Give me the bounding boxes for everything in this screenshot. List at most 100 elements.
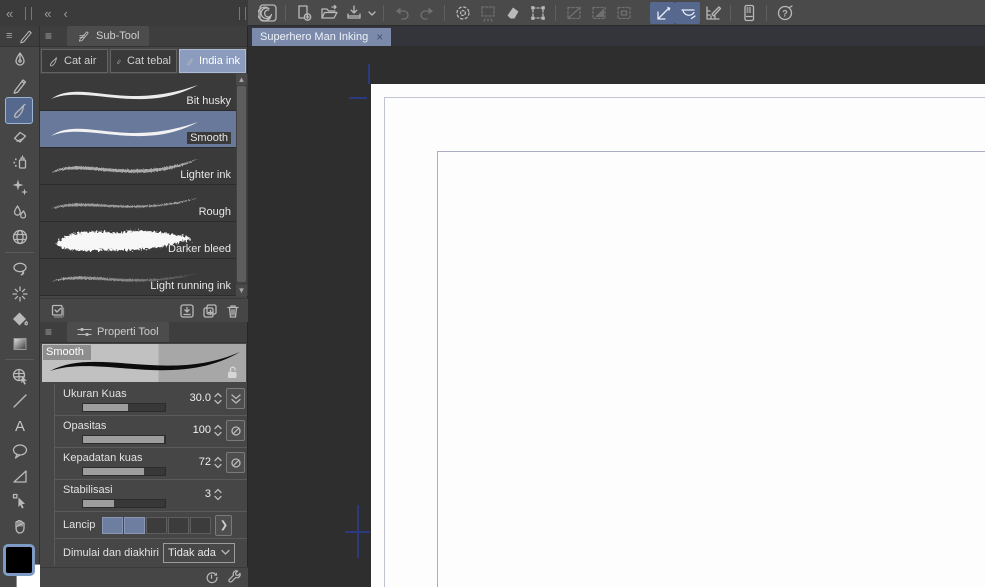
brush-size-slider[interactable] [82, 403, 166, 412]
trim-mark-top [368, 64, 370, 84]
taper-box[interactable] [168, 516, 190, 534]
taper-expand-button[interactable]: ❯ [215, 514, 233, 536]
panel-grip-icon[interactable] [25, 6, 33, 20]
tool-polyline[interactable] [0, 463, 40, 488]
save-dropdown-icon[interactable] [366, 2, 378, 24]
panel-menu-icon[interactable]: ≡ [40, 29, 57, 43]
tool-blend[interactable] [0, 199, 40, 224]
material-panel-button[interactable] [736, 2, 761, 24]
brush-list-scrollbar[interactable]: ▲ ▼ [236, 74, 247, 296]
duplicate-subtool-icon[interactable] [200, 302, 220, 320]
snap-to-ruler-button[interactable] [650, 1, 675, 24]
tool-operation[interactable] [0, 488, 40, 513]
spinner-icon[interactable] [213, 423, 223, 438]
tool-text[interactable]: A [0, 413, 40, 438]
redo-button[interactable] [414, 2, 439, 24]
stabilization-slider[interactable] [82, 499, 166, 508]
canvas-area[interactable]: Superhero Man Inking × [248, 26, 985, 587]
brush-row-darker-bleed[interactable]: Darker bleed [40, 222, 237, 259]
panel-grip-icon[interactable] [239, 6, 246, 20]
subtool-panel-tab[interactable]: Sub-Tool [67, 26, 150, 46]
brush-row-light-running-ink[interactable]: Light running ink [40, 259, 237, 296]
brush-row-smooth[interactable]: Smooth [40, 111, 237, 148]
tool-fill[interactable] [0, 306, 40, 331]
reset-all-settings-icon[interactable] [201, 569, 221, 587]
tool-lasso[interactable] [0, 256, 40, 281]
subtool-tab-india-ink[interactable]: India ink [179, 49, 246, 73]
selection-border-button[interactable] [611, 2, 636, 24]
checklist-icon[interactable] [48, 302, 68, 320]
tool-auto-select[interactable] [0, 281, 40, 306]
taper-box[interactable] [190, 516, 212, 534]
tool-eraser[interactable] [0, 124, 40, 149]
scale-rotate-button[interactable] [525, 2, 550, 24]
clip-studio-logo-button[interactable] [255, 2, 280, 24]
scrollbar-thumb[interactable] [237, 86, 246, 282]
brush-row-bit-husky[interactable]: Bit husky [40, 74, 237, 111]
save-file-button[interactable] [341, 2, 366, 24]
tool-pen[interactable] [0, 47, 40, 72]
tool-line[interactable] [0, 388, 40, 413]
help-button[interactable]: ? [772, 2, 797, 24]
close-document-icon[interactable]: × [376, 30, 383, 44]
collapse-left2-icon[interactable]: « [38, 6, 57, 21]
tool-hand[interactable] [0, 513, 40, 538]
start-end-dropdown[interactable]: Tidak ada [163, 542, 235, 563]
subtool-tab-cat-tebal[interactable]: Cat tebal [110, 49, 177, 73]
open-file-button[interactable] [316, 2, 341, 24]
panel-menu-icon[interactable]: ≡ [6, 30, 12, 42]
tool-pencil[interactable] [0, 72, 40, 97]
deselect-button[interactable] [450, 2, 475, 24]
brush-density-slider[interactable] [82, 467, 166, 476]
import-subtool-icon[interactable] [177, 302, 197, 320]
tool-balloon[interactable] [0, 438, 40, 463]
reselect-button[interactable] [475, 2, 500, 24]
new-file-button[interactable] [291, 2, 316, 24]
brush-tab-icon [187, 57, 193, 65]
snap-to-grid-button[interactable] [700, 2, 725, 24]
brush-row-lighter-ink[interactable]: Lighter ink [40, 148, 237, 185]
subtool-tab-cat-air[interactable]: Cat air [41, 49, 108, 73]
delete-subtool-icon[interactable] [223, 302, 243, 320]
selection-invert-button[interactable] [586, 2, 611, 24]
spinner-icon[interactable] [213, 487, 223, 502]
brush-row-rough[interactable]: Rough [40, 185, 237, 222]
no-dynamics-button[interactable] [226, 452, 245, 473]
stabilization-value[interactable]: 3 [205, 488, 211, 500]
document-tab[interactable]: Superhero Man Inking × [252, 28, 392, 46]
scroll-down-icon[interactable]: ▼ [236, 285, 247, 296]
collapse-left-icon[interactable]: « [0, 6, 19, 21]
clear-button[interactable] [500, 2, 525, 24]
brush-density-value[interactable]: 72 [199, 456, 211, 468]
tool-brush[interactable] [5, 97, 33, 124]
opacity-slider[interactable] [82, 435, 166, 444]
tool-object[interactable] [0, 363, 40, 388]
brush-preview[interactable]: Smooth [42, 344, 246, 382]
wrench-icon[interactable] [224, 569, 244, 587]
taper-box[interactable] [146, 516, 168, 534]
snap-to-special-ruler-button[interactable] [675, 1, 700, 24]
tool-frame-border[interactable] [0, 224, 40, 249]
scroll-up-icon[interactable]: ▲ [236, 74, 247, 85]
panel-menu-icon[interactable]: ≡ [40, 325, 57, 339]
spinner-icon[interactable] [213, 391, 223, 406]
subtool-tab-icon [78, 31, 89, 42]
spinner-icon[interactable] [213, 455, 223, 470]
selection-launcher-button[interactable] [561, 2, 586, 24]
tool-decoration[interactable] [0, 174, 40, 199]
brush-stroke-preview [51, 85, 198, 100]
tool-property-tab[interactable]: Properti Tool [67, 322, 169, 342]
unlock-icon[interactable] [226, 365, 239, 379]
tool-gradient[interactable] [0, 331, 40, 356]
taper-box[interactable] [102, 516, 124, 534]
tool-airbrush[interactable] [0, 149, 40, 174]
collapse-single-icon[interactable]: ‹ [57, 6, 73, 21]
brush-size-value[interactable]: 30.0 [190, 392, 211, 404]
foreground-color-swatch[interactable] [3, 544, 35, 576]
opacity-value[interactable]: 100 [193, 424, 211, 436]
taper-box[interactable] [124, 516, 146, 534]
undo-button[interactable] [389, 2, 414, 24]
taper-level-boxes[interactable] [102, 516, 212, 534]
no-dynamics-button[interactable] [226, 420, 245, 441]
size-dynamics-button[interactable] [226, 388, 245, 409]
